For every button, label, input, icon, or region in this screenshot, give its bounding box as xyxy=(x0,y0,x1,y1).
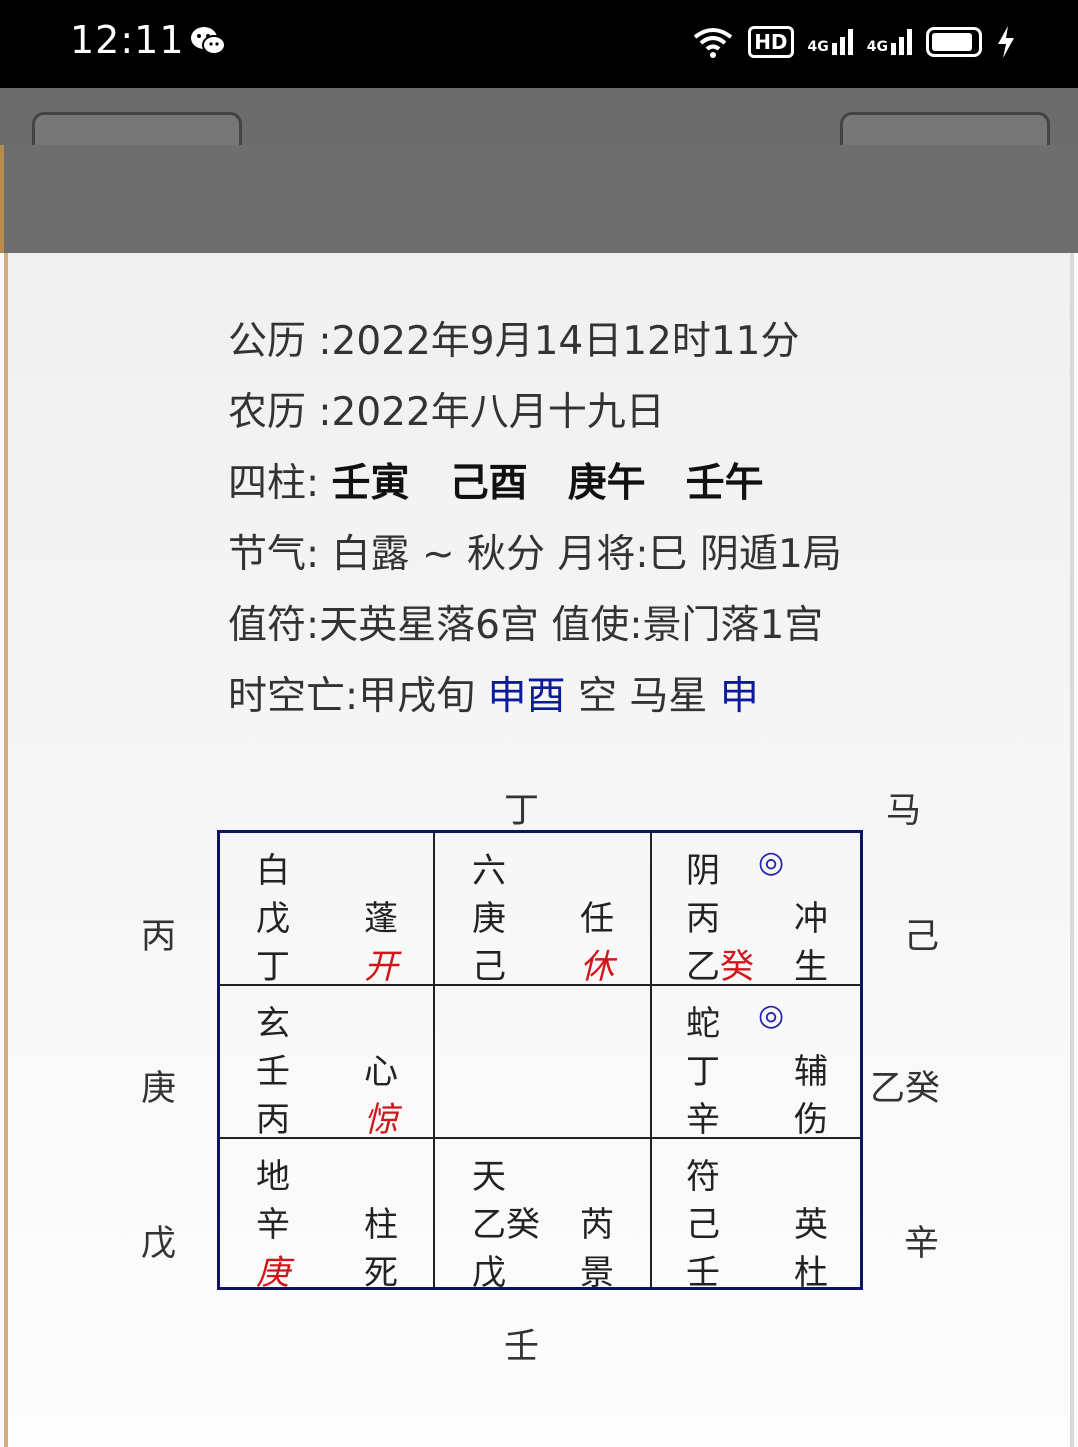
outer-left-2: 庚 xyxy=(141,1069,177,1109)
palace-star: 英 xyxy=(794,1205,828,1245)
pillar-day: 庚午 xyxy=(567,461,646,506)
palace-di-gan: 辛 xyxy=(686,1100,720,1140)
palace-tian-gan: 戊 xyxy=(256,899,290,939)
charging-icon xyxy=(998,26,1014,58)
palace-4[interactable]: 白 戊 蓬 丁 开 xyxy=(220,833,436,987)
signal-icon: 4G xyxy=(867,29,912,55)
outer-top: 丁 xyxy=(504,791,540,831)
wechat-icon xyxy=(191,27,226,55)
palace-star: 心 xyxy=(364,1052,398,1092)
palace-door: 生 xyxy=(794,947,828,987)
menu-button[interactable] xyxy=(840,112,1050,148)
palace-6[interactable]: 符 己 英 壬 杜 xyxy=(652,1139,868,1293)
palace-tian-gan: 丙 xyxy=(686,899,720,939)
jieqi-value: 白露 ~ 秋分 月将:巳 阴遁1局 xyxy=(331,532,842,577)
palace-tian-gan: 庚 xyxy=(472,899,506,939)
palace-god: 地 xyxy=(256,1157,290,1197)
pillar-month: 己酉 xyxy=(449,461,528,506)
palace-di-gan: 己 xyxy=(472,947,506,987)
palace-di-gan: 丙 xyxy=(256,1100,290,1140)
palace-god: 玄 xyxy=(256,1004,290,1044)
palace-door: 开 xyxy=(364,947,398,987)
outer-left-3: 戊 xyxy=(141,1224,177,1264)
palace-god: 白 xyxy=(256,851,290,891)
palace-door: 伤 xyxy=(794,1100,828,1140)
palace-star: 蓬 xyxy=(364,899,398,939)
zhifu-row: 值符:天英星落6宫 值使:景门落1宫 xyxy=(228,603,824,648)
app-toolbar xyxy=(0,88,1078,148)
palace-god: 六 xyxy=(472,851,506,891)
outer-right-3: 辛 xyxy=(904,1224,940,1264)
palace-door: 惊 xyxy=(364,1100,398,1140)
pillar-year: 壬寅 xyxy=(331,461,410,506)
bullseye-icon: ◎ xyxy=(758,998,785,1033)
nine-palace-grid: 白 戊 蓬 丁 开 六 庚 任 己 休 阴 ◎ 丙 冲 乙癸 生 玄 壬 心 丙… xyxy=(217,830,863,1293)
palace-god: 天 xyxy=(472,1157,506,1197)
palace-door: 杜 xyxy=(794,1253,828,1293)
signal-icon: 4G xyxy=(808,29,853,55)
palace-door: 休 xyxy=(580,947,614,987)
palace-5[interactable] xyxy=(436,986,652,1139)
palace-star: 柱 xyxy=(364,1205,398,1245)
palace-di-gan: 戊 xyxy=(472,1253,506,1293)
outer-left-1: 丙 xyxy=(141,917,177,957)
back-button[interactable] xyxy=(32,112,242,148)
battery-icon xyxy=(926,27,982,57)
kongwang-value: 申酉 xyxy=(487,674,566,719)
palace-2[interactable]: 阴 ◎ 丙 冲 乙癸 生 xyxy=(652,833,868,987)
palace-tian-gan: 己 xyxy=(686,1205,720,1245)
solar-date: 2022年9月14日12时11分 xyxy=(331,319,800,364)
palace-tian-gan: 壬 xyxy=(256,1052,290,1092)
palace-door: 死 xyxy=(364,1253,398,1293)
wifi-icon xyxy=(693,28,733,58)
palace-3[interactable]: 玄 壬 心 丙 惊 xyxy=(220,986,436,1140)
status-time: 12:11 xyxy=(70,18,185,62)
palace-god: 符 xyxy=(686,1157,720,1197)
palace-star: 辅 xyxy=(794,1052,828,1092)
solar-date-row: 公历 :2022年9月14日12时11分 xyxy=(228,319,800,364)
outer-right-1: 己 xyxy=(904,917,940,957)
palace-star: 任 xyxy=(580,899,614,939)
horse-marker: 马 xyxy=(886,791,922,831)
dialog-header xyxy=(0,145,1078,253)
chart-info: 公历 :2022年9月14日12时11分 农历 :2022年八月十九日 四柱: … xyxy=(228,306,842,732)
palace-tian-gan: 丁 xyxy=(686,1052,720,1092)
palace-star: 冲 xyxy=(794,899,828,939)
status-icons: HD 4G 4G xyxy=(692,22,1016,62)
horse-star-value: 申 xyxy=(719,674,759,719)
lunar-date-row: 农历 :2022年八月十九日 xyxy=(228,390,665,435)
outer-right-2: 乙癸 xyxy=(870,1069,941,1109)
bullseye-icon: ◎ xyxy=(758,845,785,880)
palace-star: 芮 xyxy=(580,1205,614,1245)
palace-di-gan: 丁 xyxy=(256,947,290,987)
palace-god: 阴 xyxy=(686,851,720,891)
palace-di-gan: 壬 xyxy=(686,1253,720,1293)
lunar-date: 2022年八月十九日 xyxy=(331,390,665,435)
palace-1[interactable]: 天 乙癸 芮 戊 景 xyxy=(436,1139,652,1293)
pillar-hour: 壬午 xyxy=(685,461,764,506)
four-pillars-row: 四柱: 壬寅 己酉 庚午 壬午 xyxy=(228,461,764,506)
jieqi-row: 节气: 白露 ~ 秋分 月将:巳 阴遁1局 xyxy=(228,532,842,577)
palace-9[interactable]: 六 庚 任 己 休 xyxy=(436,833,652,987)
palace-7[interactable]: 蛇 ◎ 丁 辅 辛 伤 xyxy=(652,986,868,1140)
hd-icon: HD xyxy=(748,26,794,58)
palace-di-gan: 乙癸 xyxy=(686,947,754,987)
outer-bottom: 壬 xyxy=(504,1327,540,1367)
palace-di-gan: 庚 xyxy=(256,1253,290,1293)
palace-god: 蛇 xyxy=(686,1004,720,1044)
palace-8[interactable]: 地 辛 柱 庚 死 xyxy=(220,1139,436,1293)
kongwang-row: 时空亡:甲戌旬 申酉 空 马星 申 xyxy=(228,674,759,719)
palace-tian-gan: 乙癸 xyxy=(472,1205,540,1245)
palace-tian-gan: 辛 xyxy=(256,1205,290,1245)
status-bar: 12:11 HD 4G 4G xyxy=(0,0,1078,88)
palace-door: 景 xyxy=(580,1253,614,1293)
